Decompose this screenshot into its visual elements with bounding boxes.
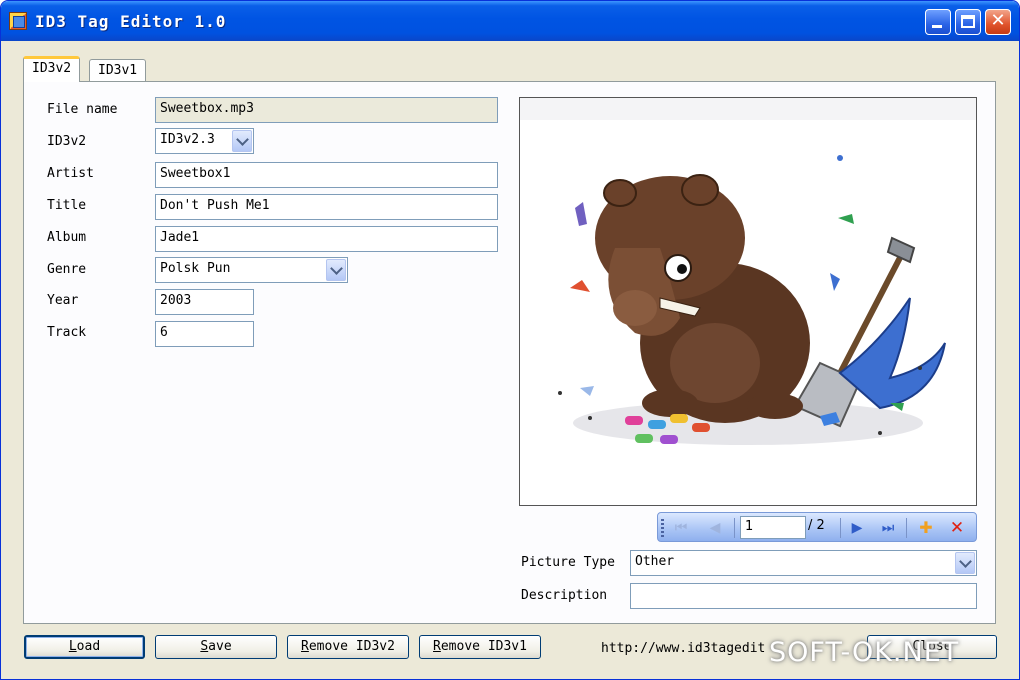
minimize-icon [932,25,942,28]
id3v2-version-value: ID3v2.3 [160,132,215,147]
track-field[interactable]: 6 [155,321,254,347]
last-picture-icon[interactable]: ⏭ [877,517,899,539]
watermark-text: SOFT-OK.NET [769,637,960,668]
save-button-mnemonic: S [200,639,209,654]
save-button[interactable]: Save [155,635,277,659]
title-label: Title [47,198,87,213]
genre-select[interactable]: Polsk Pun [155,257,348,283]
toolbar-separator [734,518,735,538]
toolbar-grip[interactable] [661,519,664,537]
load-button[interactable]: Load [24,635,145,659]
load-button-label: oad [76,639,101,654]
remove-id3v1-mnemonic: R [433,639,441,654]
toolbar-separator [840,518,841,538]
genre-value: Polsk Pun [160,261,231,276]
tab-id3v2[interactable]: ID3v2 [23,56,81,82]
file-name-label: File name [47,102,118,117]
remove-id3v2-mnemonic: R [301,639,309,654]
id3v2-version-select[interactable]: ID3v2.3 [155,128,254,154]
album-art-picture [519,97,977,506]
chevron-down-icon[interactable] [326,259,346,281]
maximize-icon [961,15,975,28]
description-label: Description [521,588,608,603]
website-link[interactable]: http://www.id3tagedit [601,641,765,656]
previous-picture-icon[interactable]: ◀ [704,517,726,539]
maximize-button[interactable] [955,9,981,35]
id3v2-version-label: ID3v2 [47,134,87,149]
main-window: ID3 Tag Editor 1.0 ✕ ID3v2 ID3v1 File na… [0,0,1020,680]
picture-type-value: Other [635,554,675,569]
year-field[interactable]: 2003 [155,289,254,315]
add-picture-icon[interactable]: ✚ [915,517,937,539]
remove-id3v1-button[interactable]: Remove ID3v1 [419,635,541,659]
description-field[interactable] [630,583,977,609]
picture-type-label: Picture Type [521,555,615,570]
file-name-field[interactable]: Sweetbox.mp3 [155,97,498,123]
picture-count: / 2 [808,518,825,533]
delete-picture-icon[interactable]: ✕ [946,517,968,539]
picture-index-input[interactable]: 1 [740,516,806,539]
tapir-artwork-image [520,98,976,445]
next-picture-icon[interactable]: ▶ [846,517,868,539]
album-field[interactable]: Jade1 [155,226,498,252]
artist-label: Artist [47,166,94,181]
title-field[interactable]: Don't Push Me1 [155,194,498,220]
chevron-down-icon[interactable] [955,552,975,574]
picture-type-select[interactable]: Other [630,550,977,576]
track-label: Track [47,325,87,340]
window-title: ID3 Tag Editor 1.0 [35,12,227,31]
minimize-button[interactable] [925,9,951,35]
toolbar-separator [906,518,907,538]
artist-field[interactable]: Sweetbox1 [155,162,498,188]
save-button-label: ave [208,639,232,654]
load-button-mnemonic: L [68,639,77,654]
year-label: Year [47,293,79,308]
chevron-down-icon[interactable] [232,130,252,152]
tab-id3v1[interactable]: ID3v1 [89,59,147,83]
first-picture-icon[interactable]: ⏮ [670,517,692,539]
remove-id3v2-label: emove ID3v2 [308,639,395,654]
remove-id3v1-label: emove ID3v1 [440,639,527,654]
app-icon[interactable] [9,12,27,30]
picture-navigator-toolbar: ⏮ ◀ 1 / 2 ▶ ⏭ ✚ ✕ [657,512,977,542]
remove-id3v2-button[interactable]: Remove ID3v2 [287,635,409,659]
title-bar[interactable]: ID3 Tag Editor 1.0 ✕ [1,1,1019,41]
close-window-button[interactable]: ✕ [985,9,1011,35]
album-label: Album [47,230,87,245]
close-icon: ✕ [990,10,1006,31]
genre-label: Genre [47,262,87,277]
